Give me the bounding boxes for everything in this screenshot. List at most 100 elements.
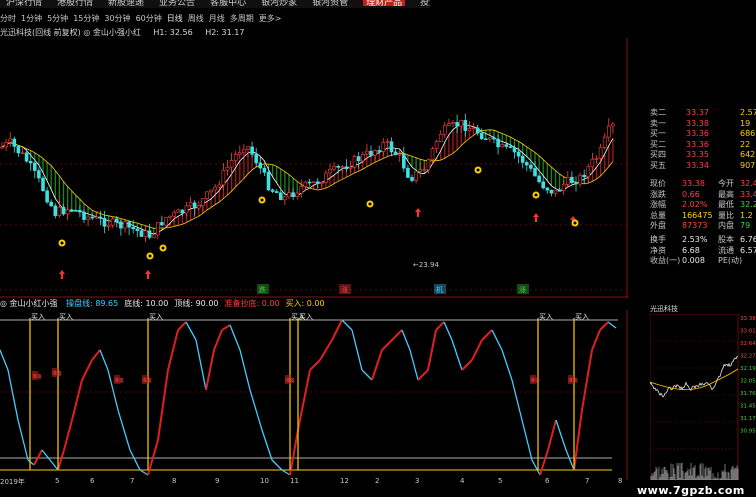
quote-volume: 642 <box>740 150 756 159</box>
mini-price-label: 32.19 <box>740 366 756 372</box>
field-label: 内盘 <box>718 221 734 230</box>
time-axis: 2019年 5 6 7 8 9 10 11 12 2 3 4 5 6 7 8 <box>0 477 628 487</box>
time-axis-label: 5 <box>498 477 503 485</box>
field-label: 流通 <box>718 245 734 255</box>
price-annotation: ←23.94 <box>413 261 439 269</box>
mini-price-label: 33.01 <box>740 329 756 335</box>
timeframe-tab[interactable]: 60分钟 <box>136 14 162 23</box>
quote-price: 33.35 <box>686 150 709 159</box>
timeframe-tab[interactable]: 1分钟 <box>21 14 42 23</box>
time-axis-label: 7 <box>130 477 135 485</box>
svg-text:准备: 准备 <box>142 377 152 384</box>
time-axis-label: 12 <box>340 477 349 485</box>
time-axis-label: 9 <box>215 477 220 485</box>
dollar-icon <box>474 166 482 174</box>
top-menu-item[interactable]: 理财产品 <box>363 0 406 8</box>
quote-row: 卖一 33.38 19 <box>628 119 756 129</box>
quote-field-row: 现价 33.38 今开 32.4 <box>628 179 756 189</box>
timeframe-tab[interactable]: 周线 <box>188 14 204 23</box>
svg-text:准备: 准备 <box>52 370 62 377</box>
quote-row: 买四 33.35 642 <box>628 150 756 160</box>
field-value: 0.008 <box>682 256 705 265</box>
time-axis-label: 6 <box>545 477 550 485</box>
indicator-field: 顶线: 90.00 <box>174 299 219 308</box>
dollar-icon <box>146 252 154 260</box>
quote-row: 买五 33.34 907.8 <box>628 161 756 171</box>
timeframe-tab[interactable]: 30分钟 <box>104 14 130 23</box>
quote-volume: 907.8 <box>740 160 756 170</box>
candlestick-chart[interactable]: 30.1726.1822.19←23.94跌涨机涨 <box>0 38 628 298</box>
dollar-icon <box>258 196 266 204</box>
quote-volume: 22 <box>740 139 751 149</box>
quote-price: 33.38 <box>686 118 709 128</box>
field-label: PE(动) <box>718 256 743 265</box>
quote-price: 33.36 <box>686 139 709 149</box>
buy-arrow-icon <box>59 270 65 279</box>
field-value: 2.53% <box>682 235 708 244</box>
indicator-field: 底线: 10.00 <box>124 299 169 308</box>
svg-text:买入: 买入 <box>59 313 73 321</box>
svg-text:买入: 买入 <box>31 313 45 321</box>
top-menu-item[interactable]: 业务公告 <box>159 0 195 8</box>
top-menu-item[interactable]: 客服中心 <box>210 0 246 8</box>
quote-field-row: 总量 166475 量比 1.2 <box>628 211 756 221</box>
quote-price: 33.37 <box>686 108 709 117</box>
timeframe-tab[interactable]: 5分钟 <box>47 14 68 23</box>
field-label: 量比 <box>718 210 734 220</box>
svg-text:买入: 买入 <box>149 313 163 321</box>
time-axis-label: 2019年 <box>0 478 25 486</box>
indicator-name: ◎ 金山小红小强 <box>0 299 58 308</box>
svg-text:买入: 买入 <box>575 313 589 321</box>
quote-field-row: 净资 6.68 流通 6.57 <box>628 246 756 256</box>
quote-label: 买四 <box>650 150 666 159</box>
top-menu-item[interactable]: 银河资管 <box>312 0 348 8</box>
svg-text:买入: 买入 <box>539 313 553 321</box>
mini-price-label: 32.64 <box>740 341 756 347</box>
mini-chart-title: 光迅科技 <box>650 305 678 313</box>
timeframe-bar: 分时 1分钟 5分钟 15分钟 30分钟 60分钟 日线 周线 月线 多周期 更多> <box>0 13 640 24</box>
quote-label: 卖二 <box>650 108 666 117</box>
prep-signal: 准备 <box>114 375 124 384</box>
dollar-icon <box>159 244 167 252</box>
quote-label: 买五 <box>650 160 666 170</box>
field-label: 总量 <box>650 210 666 220</box>
field-label: 最高 <box>718 189 734 199</box>
indicator-chart[interactable]: 50.00买入买入买入买入买入买入买入准备准备准备准备准备准备准备 <box>0 310 628 480</box>
timeframe-tab[interactable]: 日线 <box>167 14 183 23</box>
quote-field-row: 涨跌 0.66 最高 33.4 <box>628 190 756 200</box>
h1-value: H1: 32.56 <box>153 28 193 37</box>
prep-signal: 准备 <box>285 375 295 384</box>
quote-row: 买一 33.36 686.2 <box>628 129 756 139</box>
top-menu-item[interactable]: 投资者教育 <box>420 0 430 8</box>
timeframe-tab[interactable]: 分时 <box>0 14 16 23</box>
time-axis-label: 10 <box>260 477 269 485</box>
buy-arrow-icon <box>145 270 151 279</box>
quote-row: 买二 33.36 22 <box>628 140 756 150</box>
mini-price-label: 31.45 <box>740 404 756 410</box>
field-value: 79 <box>740 221 751 230</box>
time-axis-label: 4 <box>460 477 465 485</box>
timeframe-tab[interactable]: 多周期 <box>230 14 254 23</box>
quote-row: 卖二 33.37 2.57 <box>628 108 756 118</box>
top-menu-item[interactable]: 港股行情 <box>57 0 93 8</box>
time-axis-label: 3 <box>415 477 420 485</box>
quote-label: 卖一 <box>650 118 666 128</box>
time-axis-label: 5 <box>55 477 60 485</box>
field-label: 涨幅 <box>650 200 666 209</box>
timeframe-tab[interactable]: 月线 <box>209 14 225 23</box>
intraday-mini-chart[interactable]: 33.38 33.01 32.64 32.27 32.19 32.05 31.76 31.45… <box>650 314 756 480</box>
top-menu-item[interactable]: 新股速递 <box>108 0 144 8</box>
timeframe-tab[interactable]: 更多> <box>259 14 282 23</box>
signal-marker: 涨 <box>341 285 348 294</box>
mini-price-label: 31.17 <box>740 416 756 422</box>
field-value: 87373 <box>682 221 708 230</box>
top-menu-item[interactable]: 沪深行情 <box>6 0 42 8</box>
quote-volume: 19 <box>740 118 751 128</box>
prep-signal: 准备 <box>142 375 152 384</box>
field-value: 0.66 <box>682 189 700 199</box>
mini-price-label: 32.27 <box>740 354 756 360</box>
timeframe-tab[interactable]: 15分钟 <box>73 14 99 23</box>
svg-text:买入: 买入 <box>299 313 313 321</box>
buy-arrow-icon <box>533 213 539 222</box>
top-menu-item[interactable]: 银河炒家 <box>261 0 297 8</box>
